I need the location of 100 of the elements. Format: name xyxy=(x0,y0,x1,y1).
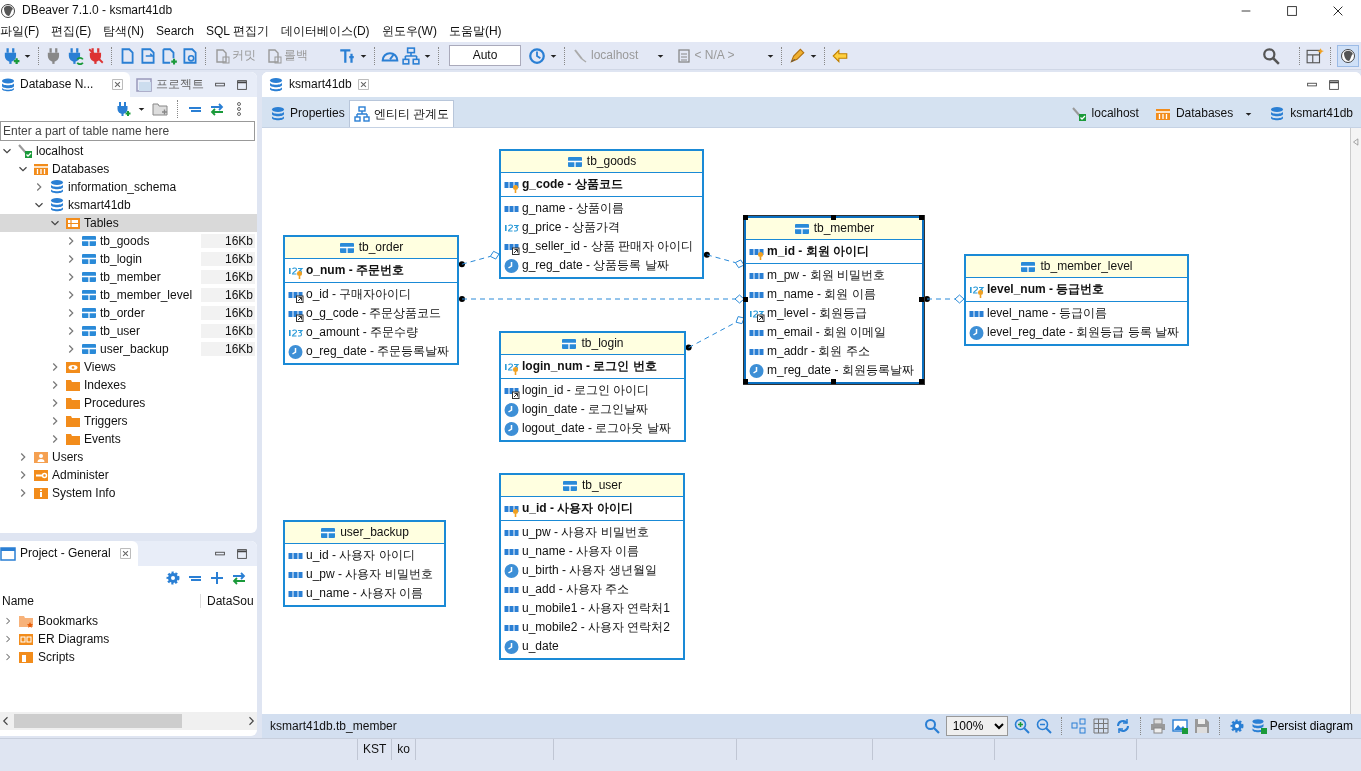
tree-item[interactable]: Scripts xyxy=(0,648,257,666)
entity-table[interactable]: user_backup u_id - 사용자 아이디 u_pw - 사용자 비밀번호 u_name - 사용자 이름 xyxy=(283,520,446,607)
refresh-icon[interactable] xyxy=(1114,718,1131,734)
menu-item[interactable]: 데이터베이스(D) xyxy=(280,24,379,39)
tree-item[interactable]: tb_goods 16Kb xyxy=(0,232,257,250)
panel-tab[interactable]: Database N... xyxy=(0,72,131,97)
tree-item[interactable]: tb_order 16Kb xyxy=(0,304,257,322)
perspective-button[interactable] xyxy=(1337,44,1359,67)
entity-table[interactable]: tb_user u_id - 사용자 아이디 u_pw - 사용자 비밀번호 u_name - 사용자 이름 u_birth - 사용자 생년월일 u_add - 사용자 주소 u_mobile1 - 사용자 연락처1 u_mobile2 - 사용자 연락처2 u_date xyxy=(499,473,685,660)
menu-item[interactable]: 윈도우(W) xyxy=(381,24,446,39)
column-row[interactable]: o_num - 주문번호 xyxy=(285,261,457,280)
column-row[interactable]: o_reg_date - 주문등록날짜 xyxy=(285,342,457,361)
printer-icon[interactable] xyxy=(1149,718,1166,734)
settings-icon[interactable] xyxy=(165,570,181,586)
editor-subtab[interactable]: 엔티티 관계도 xyxy=(348,100,455,127)
document-add-icon[interactable] xyxy=(160,46,178,65)
column-header[interactable]: DataSou xyxy=(200,593,257,609)
entity-table[interactable]: tb_member m_id - 회원 아이디 m_pw - 회원 비밀번호 m_name - 회원 이름 m_level - 회원등급 m_email - 회원 이메일 m_addr - 회원 주소 m_reg_date - 회원등록날짜 xyxy=(744,216,924,384)
column-row[interactable]: u_mobile2 - 사용자 연락처2 xyxy=(501,618,683,637)
settings-icon[interactable] xyxy=(1228,718,1245,734)
breadcrumb-link[interactable]: localhost xyxy=(1091,106,1139,121)
column-row[interactable]: u_add - 사용자 주소 xyxy=(501,580,683,599)
breadcrumb-link[interactable]: ksmart41db xyxy=(1290,106,1353,121)
grid-icon[interactable] xyxy=(1092,718,1109,734)
column-row[interactable]: u_id - 사용자 아이디 xyxy=(285,546,444,565)
column-row[interactable]: login_id - 로그인 아이디 xyxy=(501,381,684,400)
column-row[interactable]: u_pw - 사용자 비밀번호 xyxy=(285,565,444,584)
tree-item[interactable]: Administer xyxy=(0,466,257,484)
menu-item[interactable]: 편집(E) xyxy=(51,24,101,39)
column-row[interactable]: level_reg_date - 회원등급 등록 날짜 xyxy=(966,323,1187,342)
scrollbar[interactable] xyxy=(0,712,257,730)
column-row[interactable]: level_name - 등급이름 xyxy=(966,304,1187,323)
tree-item[interactable]: Databases xyxy=(0,160,257,178)
column-row[interactable]: m_pw - 회원 비밀번호 xyxy=(746,266,922,285)
relationship-line[interactable] xyxy=(924,294,965,304)
column-row[interactable]: u_birth - 사용자 생년월일 xyxy=(501,561,683,580)
image-icon[interactable] xyxy=(1171,718,1188,734)
selection-handle[interactable] xyxy=(743,379,748,384)
panel-tab[interactable]: Project - General xyxy=(0,541,138,566)
entity-table[interactable]: tb_order o_num - 주문번호 o_id - 구매자아이디 o_g_code - 주문상품코드 o_amount - 주문수량 o_reg_date - 주문등록날짜 xyxy=(283,235,459,365)
column-row[interactable]: g_price - 상품가격 xyxy=(501,218,702,237)
maximize-icon[interactable] xyxy=(235,77,249,92)
tree-item[interactable]: user_backup 16Kb xyxy=(0,340,257,358)
selection-handle[interactable] xyxy=(831,379,836,384)
panel-tab[interactable]: 프로젝트 xyxy=(130,72,211,97)
column-header[interactable]: Name xyxy=(0,593,200,609)
selection-handle[interactable] xyxy=(919,297,924,302)
menu-item[interactable]: 도움말(H) xyxy=(448,24,511,39)
plug-disconnect-icon[interactable] xyxy=(87,46,105,65)
palette-toggle-icon[interactable] xyxy=(1351,136,1361,148)
menu-item[interactable]: Search xyxy=(156,24,204,39)
scroll-thumb[interactable] xyxy=(14,714,182,728)
tree-item[interactable]: Indexes xyxy=(0,376,257,394)
zoom-dropdown[interactable]: 100% xyxy=(945,716,1008,736)
column-row[interactable]: m_id - 회원 아이디 xyxy=(746,242,922,261)
editor-subtab[interactable]: Properties xyxy=(266,100,349,127)
selection-handle[interactable] xyxy=(919,379,924,384)
zoom-out-icon[interactable] xyxy=(1035,718,1052,734)
column-row[interactable]: m_email - 회원 이메일 xyxy=(746,323,922,342)
document-search-icon[interactable] xyxy=(181,46,199,65)
relationship-line[interactable] xyxy=(458,250,500,268)
search-icon[interactable] xyxy=(923,718,940,734)
tree-item[interactable]: tb_member 16Kb xyxy=(0,268,257,286)
search-icon[interactable] xyxy=(1262,46,1280,65)
relationship-line[interactable] xyxy=(703,251,745,269)
tree-item[interactable]: ksmart41db xyxy=(0,196,257,214)
column-row[interactable]: u_date xyxy=(501,637,683,656)
column-row[interactable]: g_name - 상품이름 xyxy=(501,199,702,218)
tree-item[interactable]: tb_login 16Kb xyxy=(0,250,257,268)
menu-item[interactable]: 탐색(N) xyxy=(103,24,153,39)
menu-item[interactable]: SQL 편집기 xyxy=(206,24,278,39)
tree-item[interactable]: Bookmarks xyxy=(0,612,257,630)
selection-handle[interactable] xyxy=(743,215,748,220)
menu-item[interactable]: 파일(F) xyxy=(0,24,49,39)
tree-item[interactable]: Triggers xyxy=(0,412,257,430)
maximize-icon[interactable] xyxy=(235,546,249,561)
tree-item[interactable]: Events xyxy=(0,430,257,448)
tree-item[interactable]: Users xyxy=(0,448,257,466)
plug-refresh-icon[interactable] xyxy=(66,46,84,65)
document-icon[interactable] xyxy=(139,46,157,65)
tree-item[interactable]: tb_member_level 16Kb xyxy=(0,286,257,304)
column-row[interactable]: u_name - 사용자 이름 xyxy=(501,542,683,561)
link-icon[interactable] xyxy=(209,101,225,117)
column-row[interactable]: g_seller_id - 상품 판매자 아이디 xyxy=(501,237,702,256)
column-row[interactable]: u_mobile1 - 사용자 연락처1 xyxy=(501,599,683,618)
tree-item[interactable]: Tables xyxy=(0,214,257,232)
plug-add-icon[interactable] xyxy=(115,101,131,117)
column-row[interactable]: u_name - 사용자 이름 xyxy=(285,584,444,603)
column-row[interactable]: login_date - 로그인날짜 xyxy=(501,400,684,419)
column-row[interactable]: m_level - 회원등급 xyxy=(746,304,922,323)
add-icon[interactable] xyxy=(209,570,225,586)
tree-item[interactable]: Procedures xyxy=(0,394,257,412)
tree-item[interactable]: localhost xyxy=(0,142,257,160)
tree-item[interactable]: ER Diagrams xyxy=(0,630,257,648)
maximize-icon[interactable] xyxy=(1285,3,1299,18)
layout-icon[interactable] xyxy=(1306,46,1324,65)
column-row[interactable]: login_num - 로그인 번호 xyxy=(501,357,684,376)
transaction-mode-field[interactable]: Auto xyxy=(449,45,521,66)
tree-item[interactable]: information_schema xyxy=(0,178,257,196)
save-icon[interactable] xyxy=(1193,718,1210,734)
